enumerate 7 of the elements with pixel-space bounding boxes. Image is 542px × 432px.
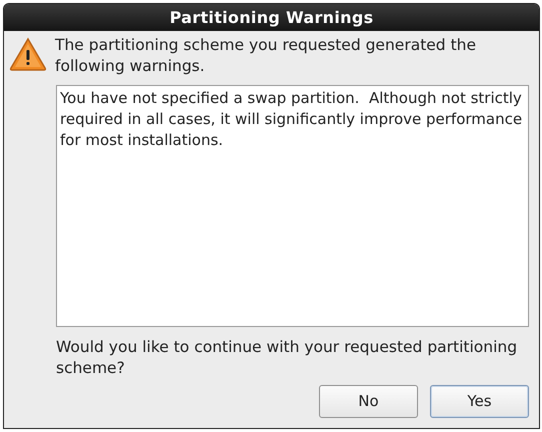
- dialog-button[interactable]: Yes: [430, 385, 529, 418]
- warnings-textarea[interactable]: You have not specified a swap partition. Although not strictly required in all cases, it will significantly improve performance for most installations.: [56, 85, 529, 327]
- dialog-button[interactable]: No: [319, 385, 418, 418]
- message-text: The partitioning scheme you requested generated the following warnings.: [55, 35, 478, 77]
- window-title: Partitioning Warnings: [4, 4, 539, 31]
- warning-icon: [9, 37, 47, 71]
- question-text: Would you like to continue with your requested partitioning scheme?: [56, 337, 518, 379]
